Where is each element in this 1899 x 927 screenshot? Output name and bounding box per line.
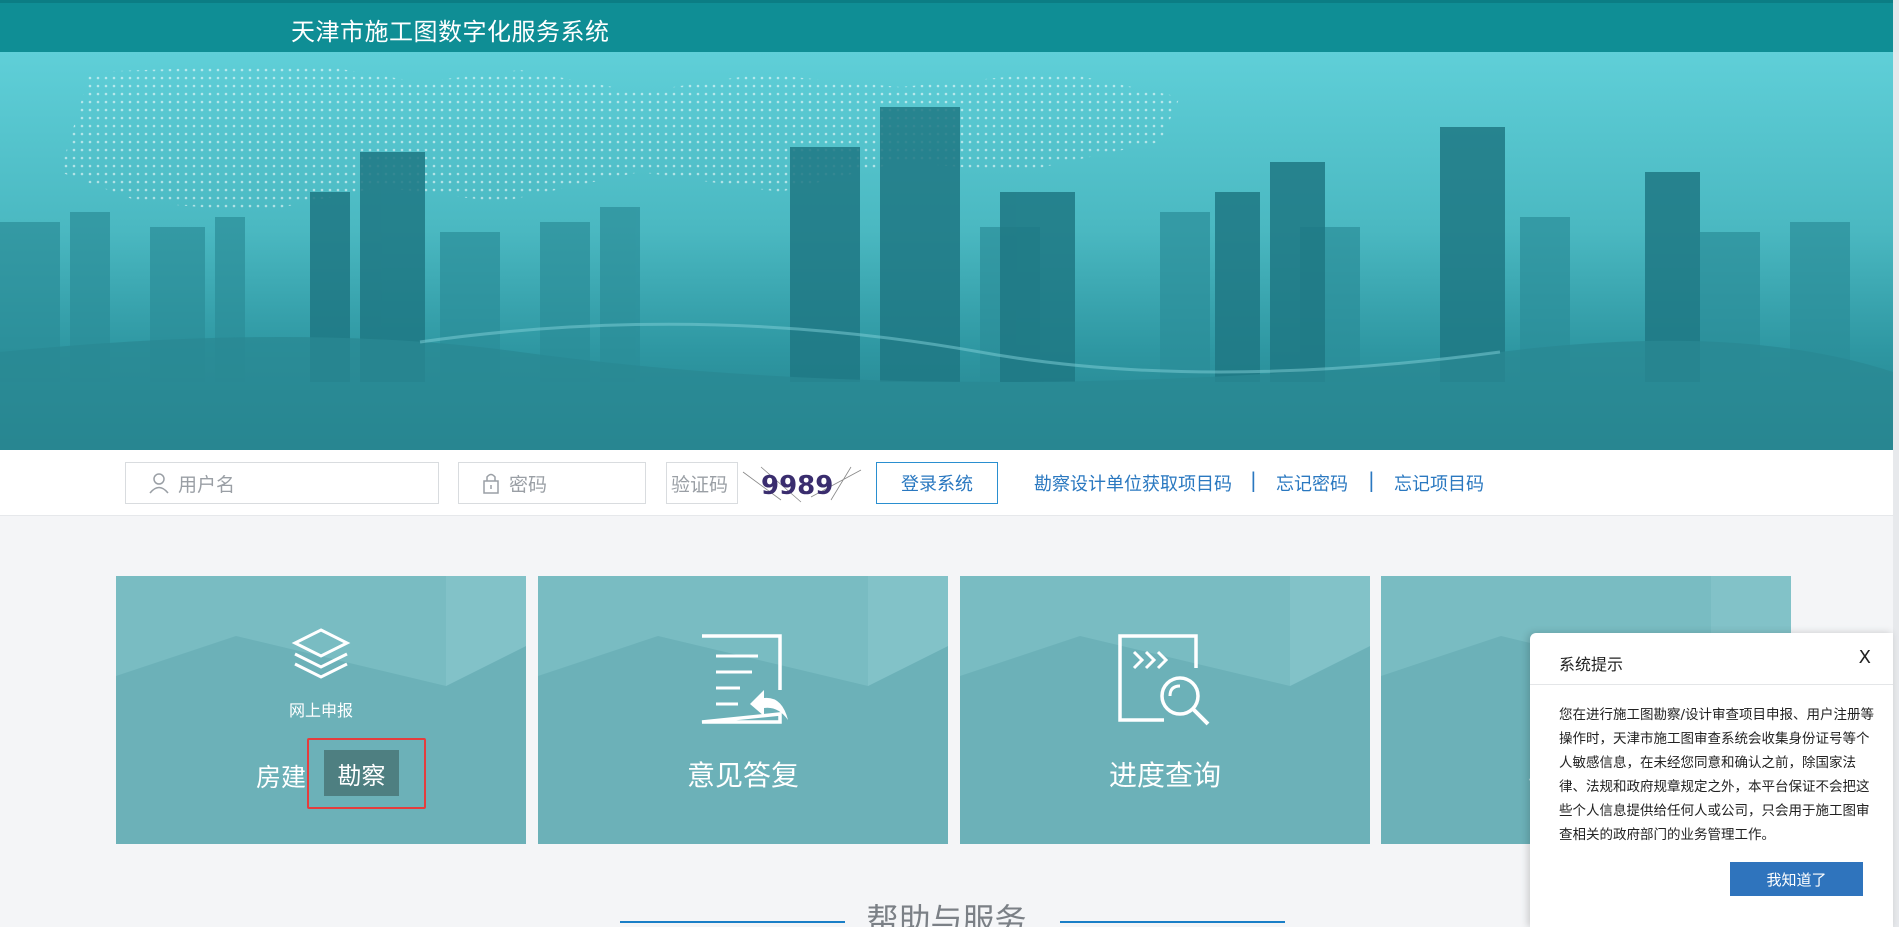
username-input[interactable]: 用户名 bbox=[125, 462, 439, 504]
captcha-placeholder: 验证码 bbox=[671, 473, 729, 496]
system-notice-dialog: 系统提示 X 您在进行施工图勘察/设计审查项目申报、用户注册等操作时，天津市施工… bbox=[1530, 633, 1893, 927]
city-banner bbox=[0, 52, 1893, 450]
dialog-header: 系统提示 X bbox=[1530, 633, 1893, 685]
online-apply-label: 网上申报 bbox=[288, 701, 353, 720]
layers-icon bbox=[291, 628, 351, 679]
document-reply-icon bbox=[701, 634, 788, 724]
help-divider-right bbox=[1060, 921, 1285, 923]
search-progress-icon bbox=[1118, 634, 1210, 726]
highlight-box bbox=[307, 738, 426, 809]
skyline-image bbox=[0, 64, 1893, 450]
dialog-title: 系统提示 bbox=[1559, 655, 1624, 674]
link-separator: | bbox=[1368, 468, 1375, 492]
progress-query-label: 进度查询 bbox=[1108, 759, 1221, 792]
password-input[interactable]: 密码 bbox=[458, 462, 646, 504]
forgot-password-link[interactable]: 忘记密码 bbox=[1276, 470, 1348, 496]
login-button[interactable]: 登录系统 bbox=[876, 462, 998, 504]
top-header: 天津市施工图数字化服务系统 bbox=[0, 0, 1893, 52]
help-divider-left bbox=[620, 921, 845, 923]
login-bar: 用户名 密码 验证码 9989 登录系统 勘察设计单位获取项目码 | 忘记密码 … bbox=[0, 450, 1893, 516]
housing-label[interactable]: 房建 bbox=[256, 758, 306, 794]
user-icon bbox=[149, 473, 169, 494]
forgot-project-code-link[interactable]: 忘记项目码 bbox=[1394, 470, 1484, 496]
captcha-input[interactable]: 验证码 bbox=[666, 462, 738, 504]
username-placeholder: 用户名 bbox=[178, 473, 236, 496]
link-separator: | bbox=[1250, 468, 1257, 492]
password-placeholder: 密码 bbox=[509, 473, 548, 496]
captcha-image[interactable]: 9989 bbox=[741, 462, 865, 504]
close-icon[interactable]: X bbox=[1859, 647, 1871, 668]
get-project-code-link[interactable]: 勘察设计单位获取项目码 bbox=[1034, 470, 1232, 496]
lock-icon bbox=[483, 473, 499, 494]
scrollbar-track[interactable] bbox=[1893, 0, 1899, 927]
dialog-message: 您在进行施工图勘察/设计审查项目申报、用户注册等操作时，天津市施工图审查系统会收… bbox=[1559, 707, 1875, 843]
opinion-reply-card[interactable]: 意见答复 bbox=[538, 576, 948, 844]
progress-query-card[interactable]: 进度查询 bbox=[960, 576, 1370, 844]
acknowledge-button[interactable]: 我知道了 bbox=[1730, 862, 1863, 896]
captcha-text: 9989 bbox=[761, 471, 833, 501]
opinion-reply-label: 意见答复 bbox=[686, 759, 799, 792]
system-title: 天津市施工图数字化服务系统 bbox=[291, 18, 610, 46]
